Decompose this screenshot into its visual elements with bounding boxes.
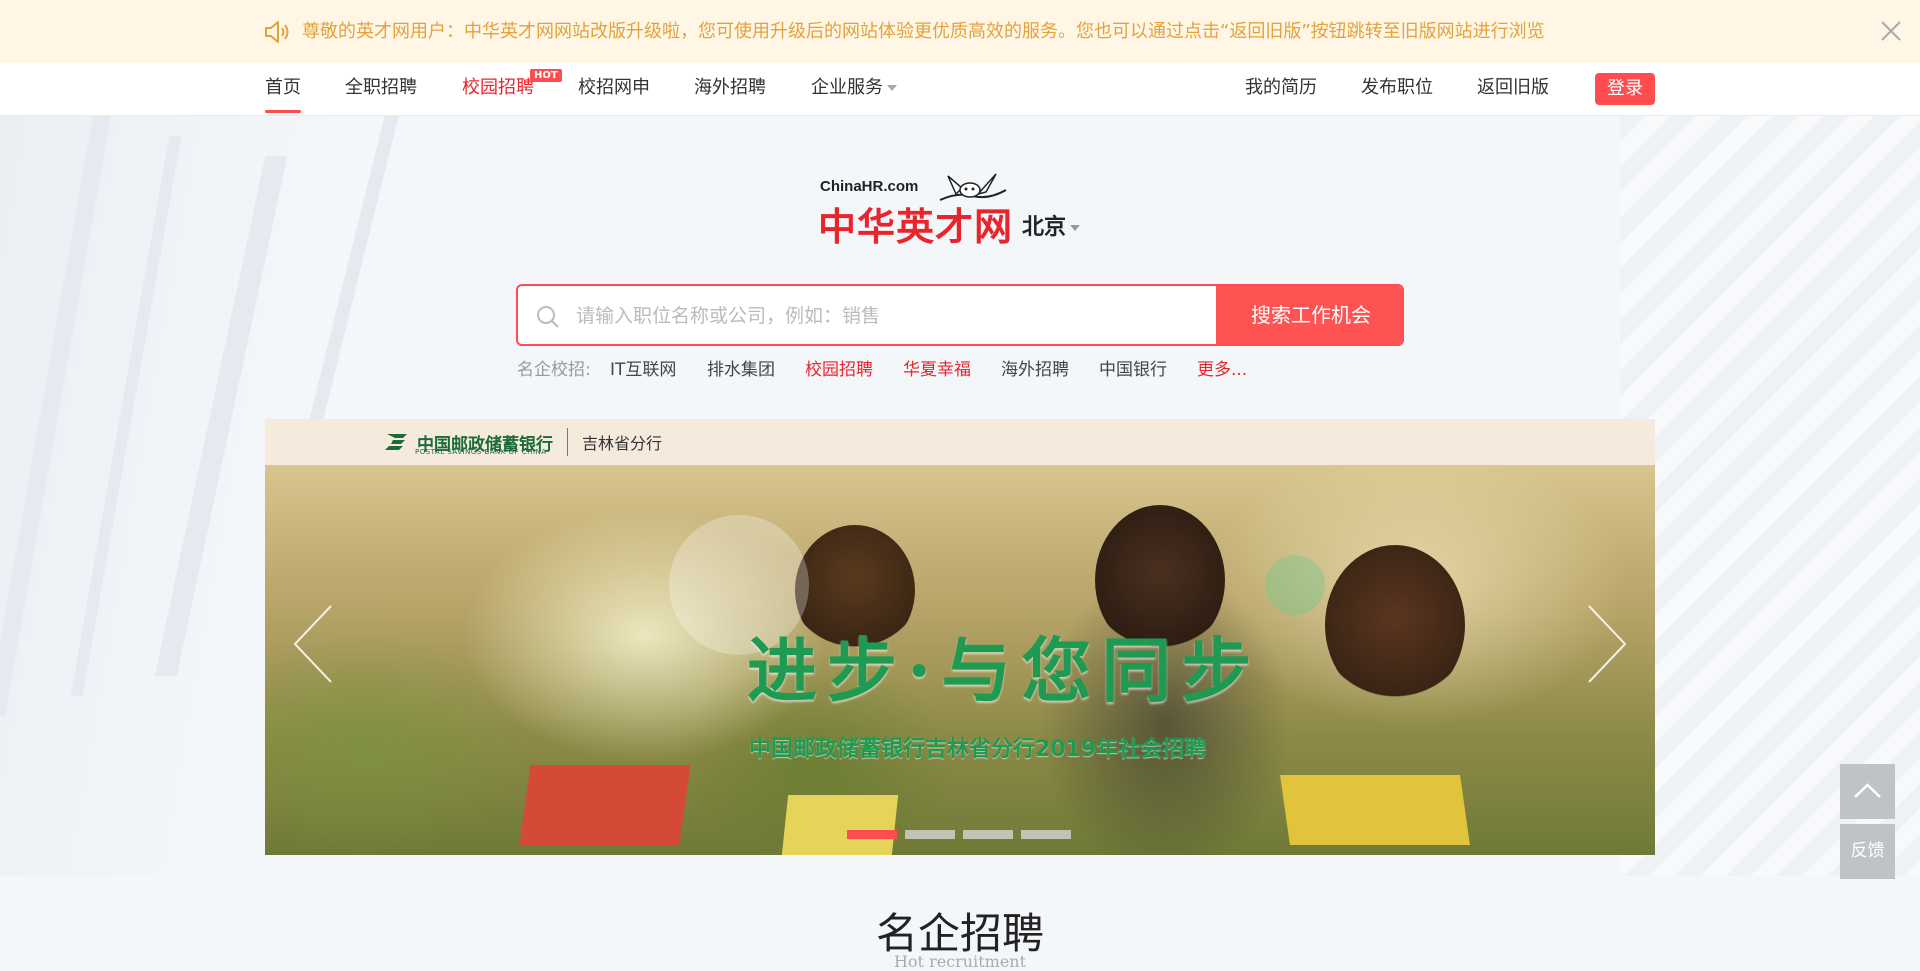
- student-figure: [1325, 545, 1465, 705]
- bank-logo: 中国邮政储蓄银行 POSTAL SAVINGS BANK OF CHINA 吉林…: [383, 426, 662, 458]
- speaker-icon: [265, 21, 289, 43]
- site-logo[interactable]: ChinaHR.com 中华英才网: [818, 168, 1018, 249]
- hot-link-more[interactable]: 更多...: [1197, 356, 1247, 384]
- nav-enterprise[interactable]: 企业服务: [811, 63, 897, 115]
- yellow-book: [1280, 775, 1470, 845]
- carousel-dots: [847, 830, 1071, 839]
- nav-my-resume[interactable]: 我的简历: [1245, 63, 1317, 115]
- decor-bubble: [1265, 555, 1325, 615]
- psbc-logo-icon: [385, 434, 407, 450]
- top-nav: 首页 全职招聘 校园招聘 HOT 校招网申 海外招聘 企业服务 我的简历 发布职…: [0, 63, 1920, 116]
- nav-campus[interactable]: 校园招聘: [462, 63, 534, 115]
- chevron-down-icon: [1070, 225, 1081, 231]
- carousel-dot[interactable]: [1021, 830, 1071, 839]
- nav-fulltime[interactable]: 全职招聘: [345, 63, 417, 115]
- prev-arrow-icon[interactable]: [293, 604, 333, 684]
- hot-link-drainage[interactable]: 排水集团: [707, 356, 775, 384]
- banner-headline: 进步·与您同步: [747, 629, 1262, 712]
- section-subtitle: Hot recruitment: [893, 952, 1027, 971]
- search-button[interactable]: 搜索工作机会: [1216, 286, 1402, 344]
- close-icon[interactable]: [1880, 20, 1902, 42]
- feedback-button[interactable]: 反馈: [1840, 824, 1895, 879]
- city-label: 北京: [1022, 215, 1067, 240]
- back-to-top-button[interactable]: [1840, 764, 1895, 819]
- yellow-book: [781, 795, 899, 855]
- carousel-dot[interactable]: [847, 830, 897, 839]
- nav-home[interactable]: 首页: [265, 63, 301, 115]
- nav-old-version[interactable]: 返回旧版: [1477, 63, 1549, 115]
- hot-link-campus[interactable]: 校园招聘: [805, 356, 873, 384]
- bg-decor-right: [1620, 116, 1920, 876]
- hot-link-huaxia[interactable]: 华夏幸福: [903, 356, 971, 384]
- red-book: [519, 765, 691, 845]
- hot-link-overseas[interactable]: 海外招聘: [1001, 356, 1069, 384]
- logo-domain: ChinaHR.com: [820, 178, 919, 195]
- banner-photo: 进步·与您同步 中国邮政储蓄银行吉林省分行2019年社会招聘: [265, 465, 1655, 855]
- nav-enterprise-label: 企业服务: [811, 77, 883, 98]
- hot-companies-label: 名企校招:: [517, 360, 591, 380]
- hot-link-it[interactable]: IT互联网: [610, 356, 676, 384]
- upgrade-notice: 尊敬的英才网用户：中华英才网网站改版升级啦，您可使用升级后的网站体验更优质高效的…: [0, 0, 1920, 63]
- hot-link-boc[interactable]: 中国银行: [1099, 356, 1167, 384]
- search-icon: [537, 306, 559, 328]
- bank-name-en: POSTAL SAVINGS BANK OF CHINA: [415, 448, 547, 456]
- divider: [567, 428, 568, 456]
- banner-carousel[interactable]: 中国邮政储蓄银行 POSTAL SAVINGS BANK OF CHINA 吉林…: [265, 419, 1655, 855]
- carousel-dot[interactable]: [905, 830, 955, 839]
- carousel-dot[interactable]: [963, 830, 1013, 839]
- chevron-up-icon: [1854, 783, 1881, 798]
- bank-branch: 吉林省分行: [582, 434, 663, 453]
- next-arrow-icon[interactable]: [1587, 604, 1627, 684]
- search-input[interactable]: [574, 286, 1218, 344]
- nav-campus-apply[interactable]: 校招网申: [578, 63, 650, 115]
- login-button[interactable]: 登录: [1595, 73, 1655, 105]
- logo-name: 中华英才网: [818, 205, 1014, 249]
- banner-subline: 中国邮政储蓄银行吉林省分行2019年社会招聘: [749, 737, 1207, 762]
- job-search: 搜索工作机会: [516, 284, 1404, 346]
- hot-badge: HOT: [530, 69, 562, 82]
- nav-post-job[interactable]: 发布职位: [1361, 63, 1433, 115]
- banner-header: 中国邮政储蓄银行 POSTAL SAVINGS BANK OF CHINA 吉林…: [265, 419, 1655, 465]
- city-selector[interactable]: 北京: [1022, 209, 1081, 241]
- nav-overseas[interactable]: 海外招聘: [694, 63, 766, 115]
- notice-text: 尊敬的英才网用户：中华英才网网站改版升级啦，您可使用升级后的网站体验更优质高效的…: [302, 21, 1545, 42]
- chevron-down-icon: [887, 85, 897, 91]
